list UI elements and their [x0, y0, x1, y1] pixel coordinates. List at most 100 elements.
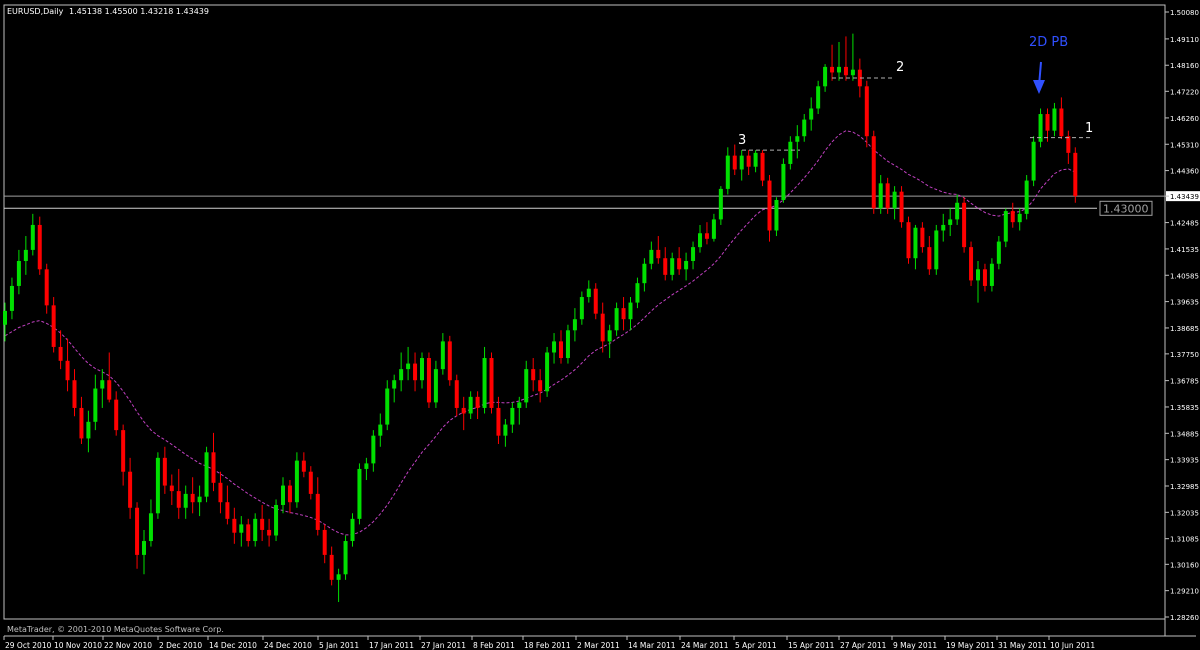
candle-body	[691, 247, 696, 261]
candle-body	[246, 524, 251, 542]
candle-body	[58, 346, 63, 361]
y-tick-label: 1.46260	[1170, 115, 1199, 123]
key-level-tag: 1.43000	[1099, 200, 1153, 216]
candle	[600, 302, 605, 353]
candle-body	[426, 358, 431, 403]
candle-body	[739, 155, 744, 170]
y-tick-label: 1.44360	[1170, 168, 1199, 176]
candle-body	[142, 541, 146, 555]
candle	[663, 247, 668, 281]
candle	[649, 241, 654, 270]
candle-body	[579, 297, 584, 320]
candle	[837, 41, 841, 81]
candle	[670, 252, 675, 281]
candle	[718, 186, 723, 225]
candle-body	[934, 230, 939, 270]
y-tick-label: 1.33935	[1170, 457, 1199, 465]
candle	[635, 277, 640, 309]
candle	[287, 480, 292, 514]
candle	[559, 330, 563, 364]
candle-body	[920, 227, 925, 248]
y-tick-label: 1.32035	[1170, 509, 1199, 517]
candle	[246, 518, 251, 547]
y-tick-label: 1.48160	[1170, 62, 1199, 70]
candle	[72, 369, 77, 417]
level-1-label: 1	[1085, 121, 1093, 136]
candle-body	[225, 502, 230, 519]
y-tick-label: 1.29210	[1170, 588, 1199, 596]
candle-body	[524, 369, 529, 403]
candle-body	[718, 188, 723, 220]
candle	[1052, 102, 1057, 137]
candle	[239, 516, 244, 547]
candle	[711, 213, 716, 242]
candle	[586, 280, 591, 303]
candle-body	[329, 554, 334, 580]
candle-body	[315, 493, 320, 530]
candle	[357, 463, 362, 525]
candle-body	[23, 249, 28, 261]
candle	[79, 396, 84, 444]
candle-body	[955, 202, 960, 220]
candle	[802, 114, 807, 142]
candle-body	[72, 380, 77, 408]
x-tick-label: 14 Mar 2011	[628, 641, 676, 650]
candle	[121, 424, 126, 486]
candle-body	[65, 360, 70, 381]
symbol-label: EURUSD,Daily	[7, 7, 64, 16]
candle-body	[1073, 152, 1078, 197]
candle	[461, 396, 466, 431]
candle-body	[586, 288, 591, 298]
candle-body	[260, 518, 265, 530]
x-tick-label: 5 Apr 2011	[735, 641, 777, 650]
candle	[739, 150, 744, 181]
candle-body	[802, 119, 807, 137]
candle-body	[1059, 108, 1064, 137]
candle	[545, 346, 550, 397]
candle-body	[183, 493, 188, 508]
candle	[399, 352, 404, 392]
candle	[468, 391, 473, 420]
candle-body	[37, 224, 42, 270]
candle-body	[503, 424, 508, 436]
candle	[927, 236, 932, 275]
candle	[197, 485, 202, 517]
candle	[1059, 97, 1064, 139]
candle	[93, 374, 98, 431]
ohlc-readout: 1.45138 1.45500 1.43218 1.43439	[69, 7, 209, 16]
candle	[190, 477, 195, 514]
candle-body	[1052, 108, 1057, 131]
candle-body	[830, 66, 835, 73]
candle	[593, 283, 598, 320]
candle	[732, 144, 737, 176]
x-tick-label: 9 May 2011	[893, 641, 937, 650]
candle	[378, 413, 383, 447]
candle	[1010, 202, 1015, 228]
candle	[86, 410, 91, 453]
candle-body	[621, 308, 626, 320]
candle-body	[232, 518, 237, 533]
candle-body	[628, 302, 633, 320]
candle	[1073, 147, 1078, 203]
candle-body	[670, 258, 675, 275]
candle	[392, 374, 397, 403]
candle	[614, 302, 619, 336]
candle-body	[989, 263, 994, 286]
price-chart[interactable]: 3 2 1 2D PB 1.43000 1.50080 1.49110 1.48160 1.4…	[0, 0, 1200, 650]
plot-frame	[3, 4, 1166, 620]
candle	[725, 147, 730, 195]
candle	[253, 513, 258, 547]
candle-body	[371, 435, 376, 464]
candle-body	[218, 482, 223, 503]
candle	[426, 352, 431, 408]
candle-body	[871, 136, 876, 209]
candle	[698, 224, 702, 253]
x-tick-label: 10 Jun 2011	[1050, 641, 1095, 650]
y-tick-label: 1.28260	[1170, 614, 1199, 622]
candle	[301, 452, 306, 478]
candle-body	[44, 269, 49, 306]
candle	[128, 457, 133, 519]
candle	[962, 197, 967, 253]
candle-body	[545, 352, 550, 392]
candle-body	[79, 407, 84, 439]
